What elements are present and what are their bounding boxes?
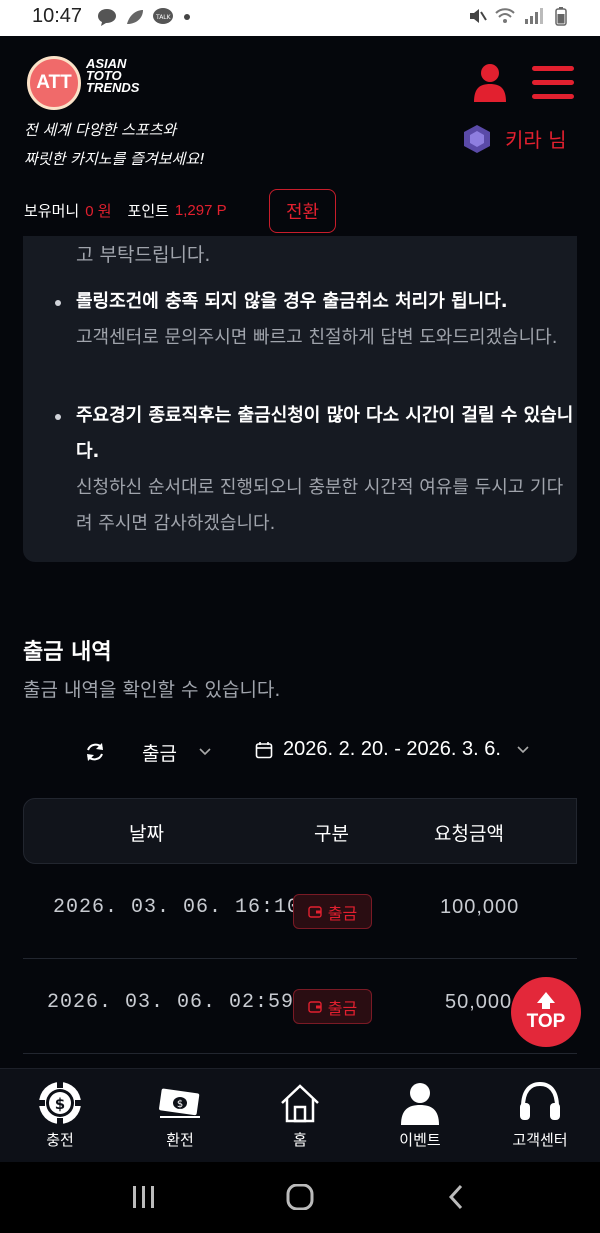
system-navigation-bar <box>0 1162 600 1233</box>
status-badge: 출금 <box>293 894 372 929</box>
home-icon <box>281 1084 319 1123</box>
more-notifications-dot <box>184 14 190 20</box>
wallet-summary: 보유머니 0 원 포인트 1,297 P <box>24 200 243 221</box>
nav-item-home[interactable]: 홈 <box>240 1069 360 1162</box>
table-row: 2026. 03. 06. 02:59 출금 50,000 <box>23 959 577 1054</box>
status-badge: 출금 <box>293 989 372 1024</box>
calendar-icon <box>255 741 273 758</box>
username[interactable]: 키라 님 <box>505 124 567 153</box>
signal-icon <box>525 8 543 24</box>
top-label: TOP <box>526 1010 566 1032</box>
badge-label: 출금 <box>327 998 358 1018</box>
nav-label: 이벤트 <box>399 1131 441 1149</box>
point-value: 1,297 P <box>174 202 227 219</box>
site-logo[interactable]: ATT <box>27 56 81 110</box>
type-select[interactable]: 출금 <box>142 739 211 766</box>
date-range-value: 2026. 2. 20. - 2026. 3. 6. <box>283 738 501 760</box>
notice-item-title: 주요경기 종료직후는 출금신청이 많아 다소 시간이 걸릴 수 있습니다. <box>76 405 574 462</box>
user-icon[interactable] <box>472 62 508 102</box>
system-icons <box>466 6 572 26</box>
convert-button[interactable]: 전환 <box>269 189 336 233</box>
talk-icon: TALK <box>153 8 173 24</box>
headset-icon <box>520 1081 560 1120</box>
status-bar: 10:47 TALK <box>0 0 600 36</box>
recent-apps-icon[interactable] <box>130 1184 158 1210</box>
wallet-icon <box>308 1000 322 1013</box>
nav-item-event[interactable]: 이벤트 <box>360 1069 480 1162</box>
section-subtitle: 출금 내역을 확인할 수 있습니다. <box>23 679 281 701</box>
logo-line: TRENDS <box>86 80 140 95</box>
refresh-icon[interactable] <box>84 741 106 763</box>
withdrawal-notice-card: 고 부탁드립니다. 롤링조건에 충족 되지 않을 경우 출금취소 처리가 됩니다… <box>23 236 577 562</box>
notification-icons: TALK <box>96 7 190 27</box>
notice-item-body: 신청하신 순서대로 진행되오니 충분한 시간적 여유를 두시고 기다려 주시면 … <box>76 477 564 534</box>
wallet-icon <box>308 905 322 918</box>
chip-icon: $ <box>39 1082 81 1124</box>
nav-label: 홈 <box>293 1131 307 1149</box>
notice-item-title: 롤링조건에 충족 되지 않을 경우 출금취소 처리가 됩니다. <box>76 291 508 312</box>
chevron-down-icon <box>517 745 529 753</box>
logo-wordmark[interactable]: ASIAN TOTO TRENDS <box>86 57 140 95</box>
arrow-up-icon <box>537 991 555 1003</box>
column-header-type: 구분 <box>314 823 349 845</box>
home-button-icon[interactable] <box>285 1184 315 1210</box>
row-amount: 100,000 <box>440 896 520 918</box>
chevron-down-icon <box>199 748 211 756</box>
nav-label: 환전 <box>166 1131 194 1149</box>
money-label: 보유머니 <box>24 202 80 220</box>
badge-label: 출금 <box>327 903 358 923</box>
scroll-top-button[interactable]: TOP <box>511 977 581 1047</box>
date-range-picker[interactable]: 2026. 2. 20. - 2026. 3. 6. <box>255 738 529 761</box>
money-value: 0 원 <box>85 203 112 220</box>
wifi-icon <box>495 8 515 23</box>
tagline-line-1: 전 세계 다양한 스포츠와 <box>24 121 177 139</box>
rank-badge-icon <box>464 125 490 153</box>
notice-text: 고 부탁드립니다. <box>76 244 211 266</box>
money-icon: $ <box>159 1088 200 1118</box>
row-amount: 50,000 <box>445 991 513 1013</box>
nav-item-withdraw[interactable]: $ 환전 <box>120 1069 240 1162</box>
table-row: 2026. 03. 06. 16:10 출금 100,000 <box>23 864 577 959</box>
history-filters: 출금 <box>84 736 211 768</box>
tagline-line-2: 짜릿한 카지노를 즐겨보세요! <box>24 150 206 168</box>
row-date: 2026. 03. 06. 16:10 <box>53 896 301 919</box>
column-header-date: 날짜 <box>129 823 164 845</box>
site-header: ATT ASIAN TOTO TRENDS 전 세계 다양한 스포츠와 짜릿한 … <box>0 36 600 236</box>
section-title: 출금 내역 <box>23 640 112 665</box>
battery-icon <box>555 7 567 26</box>
svg-text:$: $ <box>177 1099 183 1110</box>
leaf-icon <box>127 10 143 24</box>
bottom-navigation: $ 충전 $ 환전 홈 이벤트 고객센터 <box>0 1068 600 1162</box>
nav-item-support[interactable]: 고객센터 <box>480 1069 600 1162</box>
history-table-header: 날짜 구분 요청금액 <box>23 798 577 864</box>
tagline: 전 세계 다양한 스포츠와 짜릿한 카지노를 즐겨보세요! <box>24 116 205 174</box>
nav-label: 충전 <box>46 1131 74 1149</box>
back-icon[interactable] <box>445 1184 467 1210</box>
mute-icon <box>470 9 487 23</box>
column-header-amount: 요청금액 <box>434 823 504 845</box>
person-icon <box>401 1083 439 1125</box>
notice-item-body: 고객센터로 문의주시면 빠르고 친절하게 답변 도와드리겠습니다. <box>76 327 558 348</box>
status-time: 10:47 <box>32 5 83 27</box>
chat-bubble-icon <box>98 9 116 26</box>
nav-item-deposit[interactable]: $ 충전 <box>0 1069 120 1162</box>
nav-label: 고객센터 <box>512 1131 568 1149</box>
point-label: 포인트 <box>127 202 169 220</box>
svg-text:TALK: TALK <box>155 14 172 21</box>
bullet-dot <box>55 300 61 306</box>
type-select-value: 출금 <box>142 742 177 765</box>
hamburger-menu-icon[interactable] <box>532 66 574 100</box>
bullet-dot <box>55 414 61 420</box>
svg-text:$: $ <box>55 1095 65 1113</box>
row-date: 2026. 03. 06. 02:59 <box>47 991 295 1014</box>
